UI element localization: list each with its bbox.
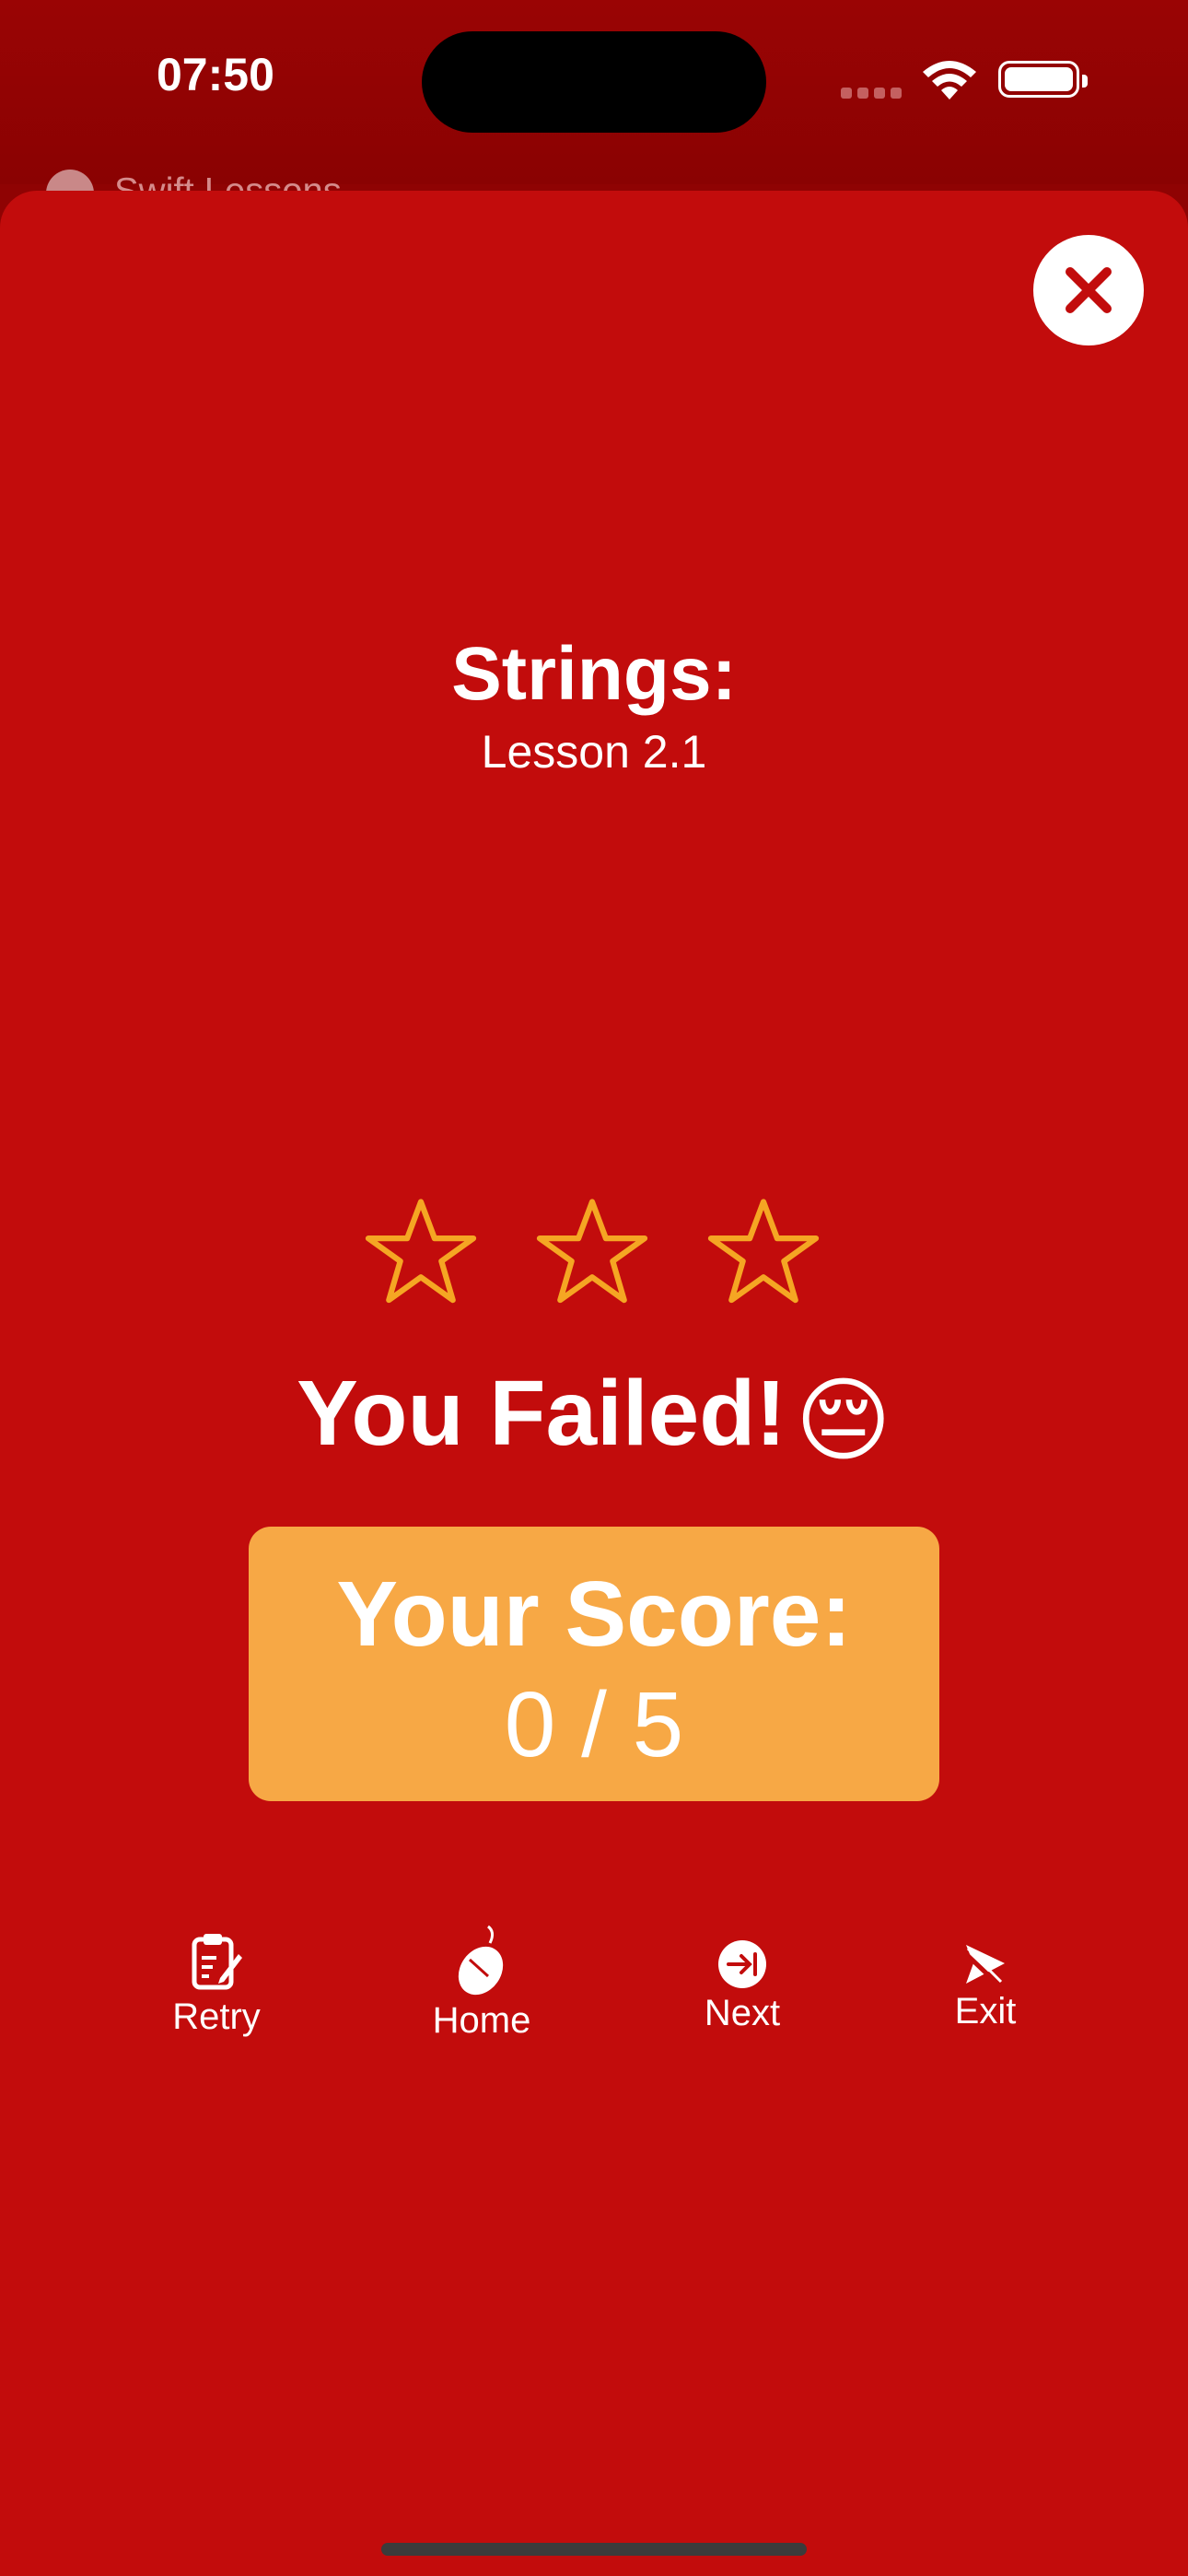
next-label: Next	[704, 1993, 781, 2033]
retry-button[interactable]: Retry	[124, 1932, 309, 2038]
result-message: You Failed! 😔	[0, 1361, 1188, 1474]
arrow-right-to-line-circle-icon	[718, 1940, 766, 1988]
score-card: Your Score: 0 / 5	[249, 1527, 939, 1801]
paperplane-slash-icon	[962, 1945, 1005, 1987]
home-button[interactable]: Home	[390, 1923, 574, 2042]
sad-face-icon: 😔	[795, 1369, 891, 1473]
lesson-title: Strings:	[451, 632, 737, 716]
star-icon	[365, 1199, 477, 1304]
score-value: 0 / 5	[504, 1673, 684, 1776]
wifi-icon	[923, 61, 976, 100]
next-button[interactable]: Next	[650, 1939, 834, 2034]
status-bar: 07:50 Swift Lessons	[0, 0, 1188, 217]
home-label: Home	[432, 2000, 531, 2041]
status-time: 07:50	[157, 49, 274, 100]
close-button[interactable]	[1033, 235, 1144, 345]
star-icon	[707, 1199, 820, 1304]
retry-label: Retry	[172, 1996, 261, 2037]
score-label: Your Score:	[336, 1563, 852, 1666]
lesson-subtitle: Lesson 2.1	[481, 726, 707, 778]
mouse-icon	[458, 1925, 504, 1996]
cellular-signal-icon	[841, 87, 907, 103]
result-text: You Failed!	[297, 1362, 786, 1465]
dynamic-island	[422, 31, 766, 133]
exit-button[interactable]: Exit	[893, 1941, 1077, 2032]
star-icon	[536, 1199, 648, 1304]
home-indicator	[381, 2543, 807, 2556]
clipboard-pencil-icon	[192, 1934, 242, 1990]
close-icon	[1066, 267, 1112, 313]
battery-icon	[998, 61, 1088, 98]
star-rating	[364, 1195, 824, 1315]
results-sheet: Strings: Lesson 2.1 You Failed! 😔 Your Sc…	[0, 191, 1188, 2576]
exit-label: Exit	[954, 1991, 1017, 2032]
